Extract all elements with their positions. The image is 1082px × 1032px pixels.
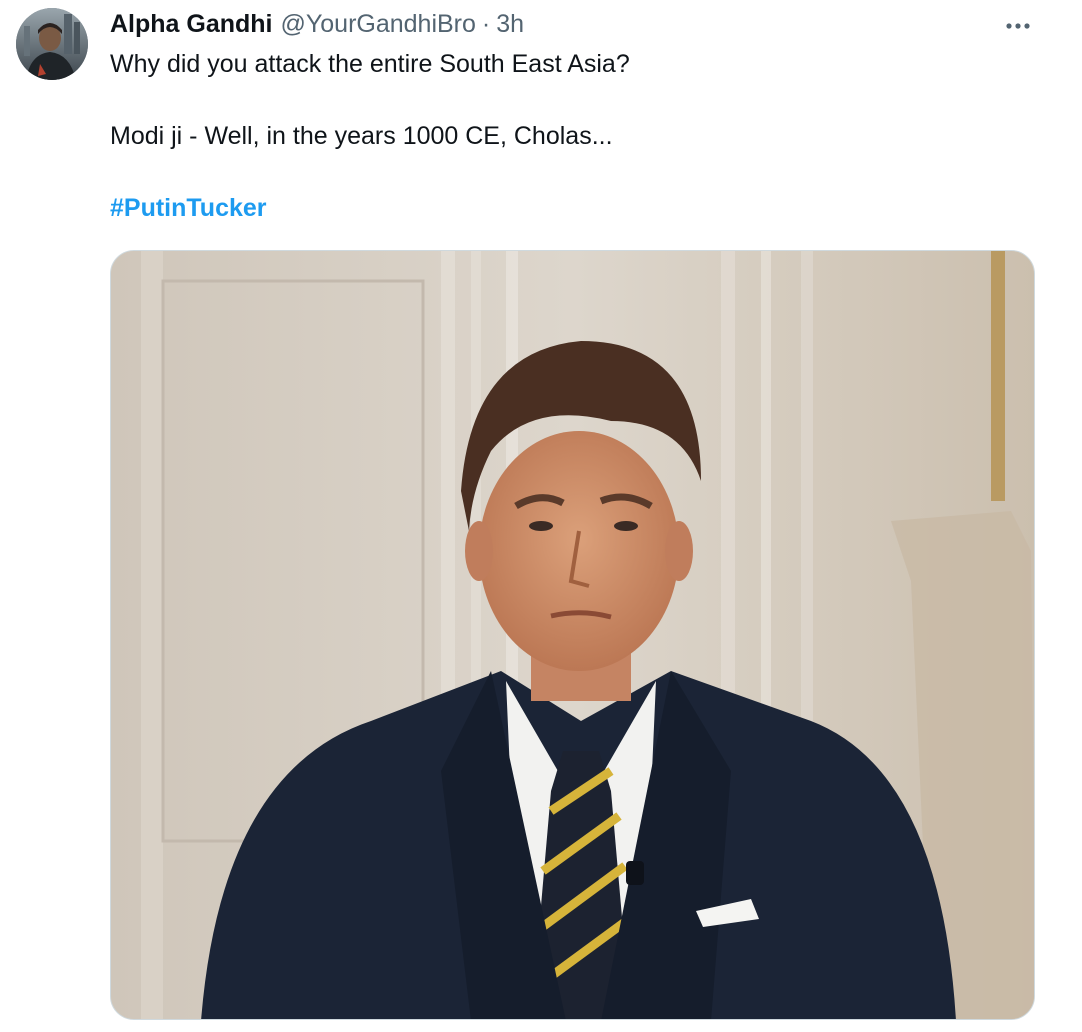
avatar-image <box>16 8 88 80</box>
media-photo <box>111 251 1034 1019</box>
more-horizontal-icon <box>1005 17 1031 35</box>
more-options-button[interactable] <box>996 10 1040 42</box>
tweet[interactable]: Alpha Gandhi @YourGandhiBro · 3h Why did… <box>0 0 1082 1032</box>
hashtag-link[interactable]: #PutinTucker <box>110 190 267 226</box>
separator-dot: · <box>481 10 491 38</box>
tweet-media-image[interactable] <box>110 250 1035 1020</box>
display-name[interactable]: Alpha Gandhi <box>110 6 273 42</box>
tweet-text-line-1: Why did you attack the entire South East… <box>110 50 630 78</box>
user-handle[interactable]: @YourGandhiBro <box>281 6 476 42</box>
tweet-header: Alpha Gandhi @YourGandhiBro · 3h <box>110 6 524 42</box>
timestamp[interactable]: 3h <box>496 6 524 42</box>
tweet-text-line-2: Modi ji - Well, in the years 1000 CE, Ch… <box>110 122 613 150</box>
avatar[interactable] <box>16 8 88 80</box>
